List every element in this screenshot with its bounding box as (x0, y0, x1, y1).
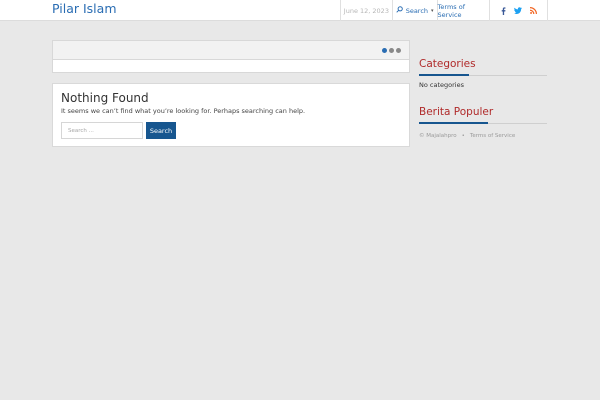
page-title: Nothing Found (61, 91, 149, 105)
slider-dot[interactable] (396, 48, 401, 53)
popular-title-rule (419, 122, 547, 124)
sidebar-footer: © Majalahpro • Terms of Service (419, 133, 515, 139)
slider-dot[interactable] (389, 48, 394, 53)
terms-of-service-link[interactable]: Terms of Service (438, 0, 491, 21)
copyright-text: © Majalahpro (419, 133, 457, 139)
nothing-found-panel: Nothing Found It seems we can’t find wha… (52, 83, 410, 147)
twitter-icon[interactable] (513, 7, 522, 14)
popular-title-accent (419, 122, 488, 124)
popular-widget-title: Berita Populer (419, 106, 494, 118)
current-date: June 12, 2023 (341, 0, 393, 21)
top-nav-right: June 12, 2023 Search ▾ Terms of Service (340, 0, 548, 21)
top-navbar: Pilar Islam June 12, 2023 Search ▾ Terms… (0, 0, 600, 21)
site-title-link[interactable]: Pilar Islam (52, 1, 117, 17)
search-input[interactable] (61, 122, 143, 139)
rss-icon[interactable] (529, 7, 537, 14)
footer-separator: • (461, 133, 465, 139)
featured-slider (52, 40, 410, 60)
search-toggle-button[interactable]: Search ▾ (393, 0, 438, 21)
search-icon (396, 6, 403, 15)
categories-widget-title: Categories (419, 58, 476, 70)
facebook-icon[interactable] (501, 6, 506, 15)
slider-dot[interactable] (382, 48, 387, 53)
nothing-found-message: It seems we can’t find what you’re looki… (61, 107, 306, 115)
social-links (490, 0, 547, 21)
categories-title-rule (419, 74, 547, 76)
chevron-down-icon: ▾ (431, 7, 434, 14)
search-toggle-label: Search (405, 6, 429, 15)
categories-title-accent (419, 74, 469, 76)
slider-content-area (52, 60, 410, 73)
search-button[interactable]: Search (146, 122, 176, 139)
slider-pagination (382, 48, 401, 53)
categories-empty-text: No categories (419, 81, 464, 89)
search-form: Search (61, 122, 176, 139)
footer-terms-link[interactable]: Terms of Service (470, 133, 515, 139)
